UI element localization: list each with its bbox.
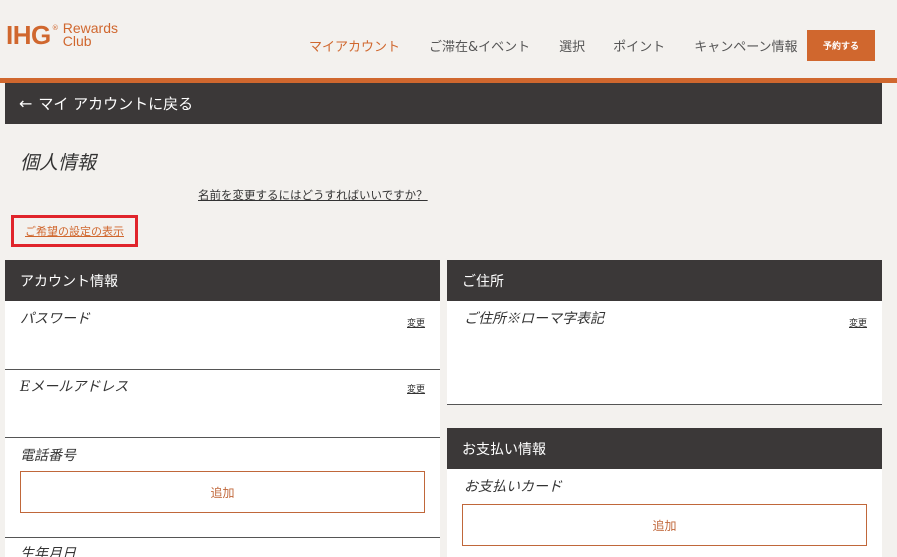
page-title: 個人情報	[20, 152, 97, 174]
phone-label: 電話番号	[20, 448, 76, 464]
preferences-highlight-box: ご希望の設定の表示	[11, 215, 138, 247]
nav-selection[interactable]: 選択	[559, 36, 585, 55]
ihg-rewards-logo[interactable]: IHG ® Rewards Club	[6, 20, 118, 50]
payment-info-header: お支払い情報	[447, 428, 882, 469]
divider	[5, 537, 440, 538]
divider	[5, 437, 440, 438]
site-header: IHG ® Rewards Club マイアカウント ご滞在&イベント 選択 ポ…	[0, 0, 897, 78]
address-panel: ご住所 ご住所※ローマ字表記 変更	[447, 260, 882, 405]
address-change-link[interactable]: 変更	[849, 316, 867, 329]
main-nav: マイアカウント ご滞在&イベント 選択 ポイント キャンペーン情報	[309, 36, 798, 55]
address-label: ご住所※ローマ字表記	[464, 311, 604, 327]
nav-points[interactable]: ポイント	[613, 36, 665, 55]
divider	[447, 404, 882, 405]
add-phone-button[interactable]: 追加	[20, 471, 425, 513]
nav-my-account[interactable]: マイアカウント	[309, 36, 400, 55]
email-change-link[interactable]: 変更	[407, 382, 425, 395]
nav-campaigns[interactable]: キャンペーン情報	[694, 36, 797, 55]
account-info-header: アカウント情報	[5, 260, 440, 301]
divider	[5, 369, 440, 370]
back-to-account-label: マイ アカウントに戻る	[38, 95, 194, 113]
arrow-left-icon: ←	[19, 94, 33, 113]
logo-subtext: Rewards Club	[62, 21, 118, 49]
view-preferences-link[interactable]: ご希望の設定の表示	[25, 223, 124, 239]
email-label: Eメールアドレス	[20, 379, 129, 395]
back-to-account-bar[interactable]: ← マイ アカウントに戻る	[5, 83, 882, 124]
logo-registered-mark: ®	[51, 24, 59, 32]
payment-card-label: お支払いカード	[464, 479, 562, 495]
logo-ihg-text: IHG	[6, 20, 51, 50]
logo-line-club: Club	[62, 33, 92, 49]
book-button[interactable]: 予約する	[807, 30, 875, 61]
name-change-help-link[interactable]: 名前を変更するにはどうすればいいですか？	[198, 187, 428, 203]
nav-stays-events[interactable]: ご滞在&イベント	[429, 36, 530, 55]
payment-info-panel: お支払い情報 お支払いカード 追加	[447, 428, 882, 557]
add-payment-card-button[interactable]: 追加	[462, 504, 867, 546]
password-label: パスワード	[20, 311, 90, 327]
address-header: ご住所	[447, 260, 882, 301]
password-change-link[interactable]: 変更	[407, 316, 425, 329]
account-info-panel: アカウント情報 パスワード 変更 Eメールアドレス 変更 電話番号 追加 生年月…	[5, 260, 440, 557]
birthday-label: 生年月日	[20, 546, 76, 557]
